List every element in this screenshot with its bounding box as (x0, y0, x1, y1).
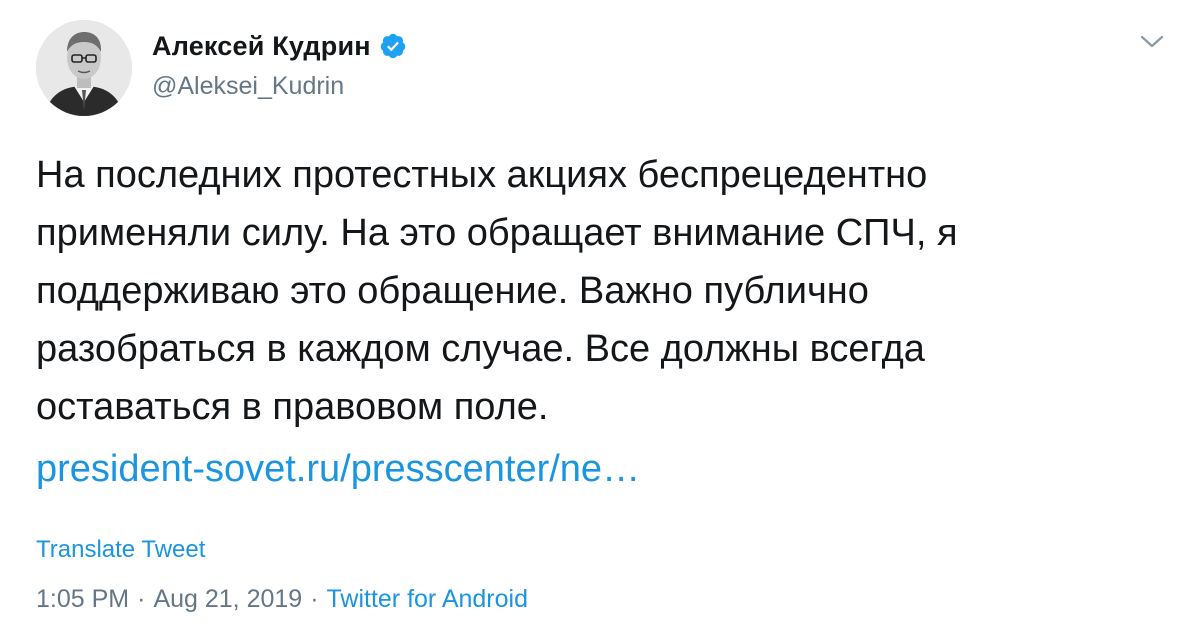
tweet-card: Алексей Кудрин @Aleksei_Kudrin На послед… (0, 0, 1184, 640)
tweet-text-line: оставаться в правовом поле. (36, 386, 549, 428)
translate-tweet-button[interactable]: Translate Tweet (36, 536, 205, 564)
verified-badge-icon (379, 32, 407, 60)
author-display-name[interactable]: Алексей Кудрин (152, 31, 371, 62)
meta-separator: · (137, 585, 146, 613)
chevron-down-icon[interactable] (1140, 34, 1164, 50)
tweet-text: На последних протестных акциях беспрецед… (36, 146, 1146, 436)
tweet-link[interactable]: president-sovet.ru/presscenter/ne… (36, 440, 640, 498)
tweet-text-line: разобраться в каждом случае. Все должны … (36, 328, 925, 370)
tweet-text-line: применяли силу. На это обращает внимание… (36, 212, 958, 254)
avatar[interactable] (36, 20, 132, 116)
meta-separator: · (310, 585, 319, 613)
tweet-date[interactable]: Aug 21, 2019 (153, 585, 302, 613)
tweet-meta: 1:05 PM · Aug 21, 2019 · Twitter for Android (36, 585, 528, 614)
tweet-text-line: поддерживаю это обращение. Важно публичн… (36, 270, 869, 312)
avatar-photo (36, 20, 132, 116)
tweet-text-line: На последних протестных акциях беспрецед… (36, 154, 928, 196)
tweet-time[interactable]: 1:05 PM (36, 585, 129, 613)
author-handle[interactable]: @Aleksei_Kudrin (152, 72, 344, 101)
tweet-source-link[interactable]: Twitter for Android (327, 585, 528, 613)
author-name-row: Алексей Кудрин (152, 28, 407, 64)
